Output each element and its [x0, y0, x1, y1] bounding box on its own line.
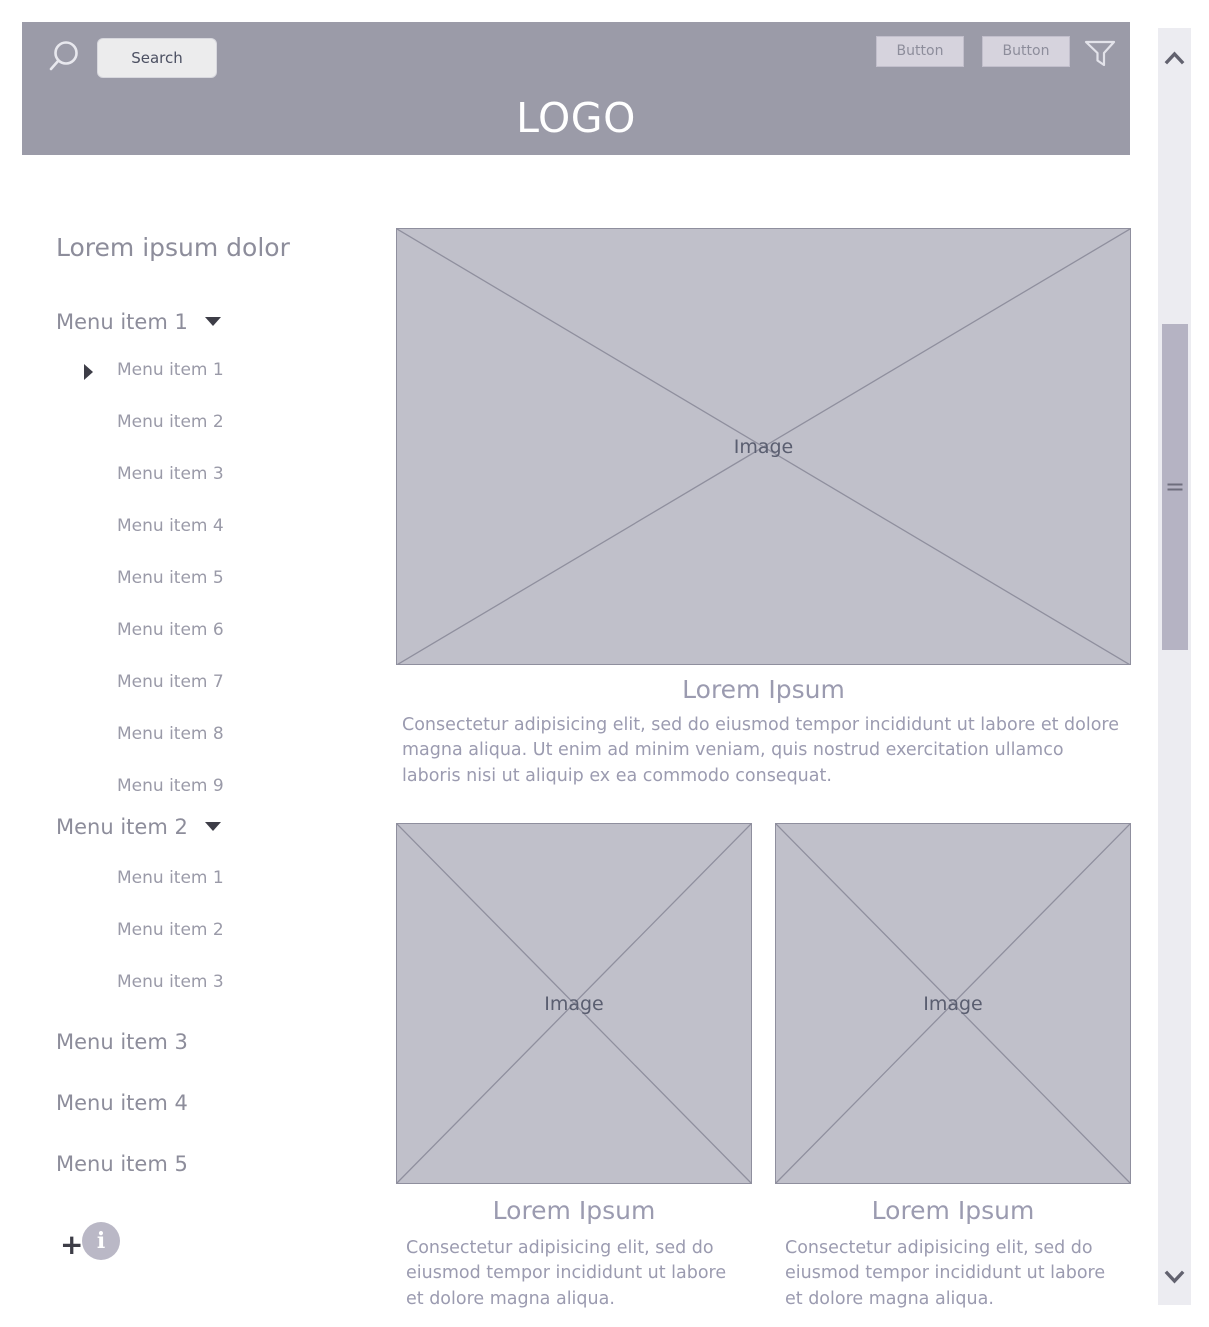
hero-image-label: Image [733, 435, 794, 458]
card-a-image-label: Image [544, 992, 604, 1015]
sidebar-group-menu-item-2[interactable]: Menu item 2 [56, 815, 221, 839]
vertical-scrollbar[interactable] [1158, 28, 1191, 1305]
scrollbar-thumb[interactable] [1162, 324, 1188, 650]
card-b-title: Lorem Ipsum [871, 1196, 1035, 1225]
sidebar-item-g2-1[interactable]: Menu item 1 [117, 868, 224, 888]
sidebar-item-g1-7[interactable]: Menu item 7 [117, 672, 224, 692]
card-b-image-placeholder: Image [775, 823, 1131, 1184]
sidebar-item-g1-5[interactable]: Menu item 5 [117, 568, 224, 588]
sidebar-item-g2-2[interactable]: Menu item 2 [117, 920, 224, 940]
card-a-image-placeholder: Image [396, 823, 752, 1184]
scroll-up-button[interactable] [1158, 42, 1191, 75]
sidebar-item-g1-2[interactable]: Menu item 2 [117, 412, 224, 432]
sidebar-group-menu-item-1[interactable]: Menu item 1 [56, 310, 221, 334]
info-icon[interactable]: i [82, 1222, 120, 1260]
grip-lines-icon [1167, 481, 1183, 494]
sidebar-item-g1-3[interactable]: Menu item 3 [117, 464, 224, 484]
sidebar-item-g1-6[interactable]: Menu item 6 [117, 620, 224, 640]
hero-body: Consectetur adipisicing elit, sed do eiu… [402, 715, 1120, 786]
sidebar-item-g1-8[interactable]: Menu item 8 [117, 724, 224, 744]
header-button-2[interactable]: Button [982, 36, 1070, 67]
sidebar-item-menu-item-3[interactable]: Menu item 3 [56, 1030, 188, 1054]
app-header: Button Button LOGO [22, 22, 1130, 155]
caret-right-icon[interactable] [84, 364, 93, 380]
search-icon[interactable] [46, 36, 92, 82]
filter-icon[interactable] [1081, 34, 1119, 72]
sidebar-item-g1-9[interactable]: Menu item 9 [117, 776, 224, 796]
header-button-1[interactable]: Button [876, 36, 964, 67]
add-button[interactable]: + [60, 1231, 83, 1259]
card-b-body: Consectetur adipisicing elit, sed do eiu… [785, 1238, 1106, 1309]
sidebar-item-menu-item-5[interactable]: Menu item 5 [56, 1152, 188, 1176]
card-b-image-label: Image [923, 992, 983, 1015]
card-a-body: Consectetur adipisicing elit, sed do eiu… [406, 1238, 727, 1309]
chevron-down-icon[interactable] [204, 822, 221, 831]
hero-image-placeholder: Image [396, 228, 1131, 665]
sidebar-heading: Lorem ipsum dolor [56, 233, 290, 262]
sidebar-item-g1-1[interactable]: Menu item 1 [117, 360, 224, 380]
card-a-title: Lorem Ipsum [492, 1196, 656, 1225]
sidebar-item-g1-4[interactable]: Menu item 4 [117, 516, 224, 536]
scroll-down-button[interactable] [1158, 1260, 1191, 1293]
logo: LOGO [516, 94, 636, 142]
sidebar-item-g2-3[interactable]: Menu item 3 [117, 972, 224, 992]
hero-title: Lorem Ipsum [682, 675, 845, 704]
sidebar-group-label: Menu item 2 [56, 815, 188, 839]
chevron-down-icon[interactable] [204, 317, 221, 326]
sidebar-group-label: Menu item 1 [56, 310, 188, 334]
sidebar-item-menu-item-4[interactable]: Menu item 4 [56, 1091, 188, 1115]
search-input[interactable] [97, 38, 217, 78]
